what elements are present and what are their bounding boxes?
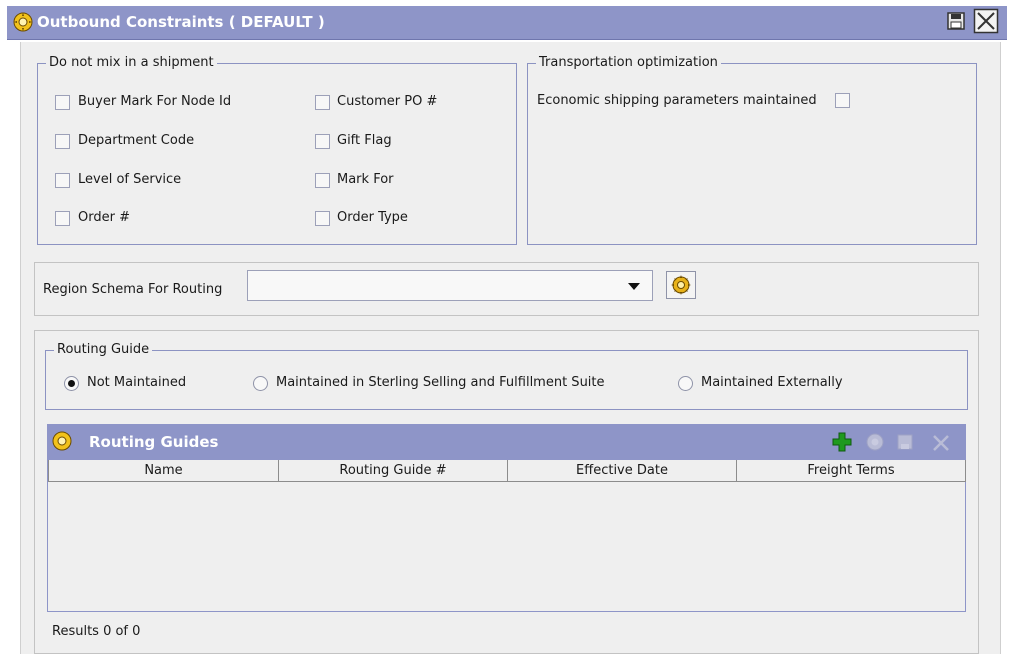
buyer-mark-for-node-id-checkbox[interactable] (55, 95, 70, 110)
mark-for-label: Mark For (337, 172, 394, 187)
maintained-externally-label: Maintained Externally (701, 375, 843, 390)
department-code-label: Department Code (78, 133, 195, 148)
maintained-externally-radio[interactable] (678, 376, 693, 391)
do-not-mix-legend: Do not mix in a shipment (46, 54, 217, 72)
customer-po-checkbox[interactable] (315, 95, 330, 110)
region-schema-label: Region Schema For Routing (43, 282, 223, 297)
gear-app-icon (13, 12, 33, 32)
results-count: Results 0 of 0 (52, 624, 141, 639)
region-schema-select[interactable] (247, 270, 653, 301)
gear-app-icon (52, 431, 72, 451)
column-header-freight-terms[interactable]: Freight Terms (737, 460, 966, 482)
column-header-name[interactable]: Name (48, 460, 279, 482)
customer-po-label: Customer PO # (337, 94, 438, 109)
column-header-routing-guide-number[interactable]: Routing Guide # (279, 460, 508, 482)
order-type-checkbox[interactable] (315, 211, 330, 226)
buyer-mark-for-node-id-label: Buyer Mark For Node Id (78, 94, 232, 109)
routing-guides-title: Routing Guides (89, 433, 219, 451)
gift-flag-label: Gift Flag (337, 133, 392, 148)
mark-for-checkbox[interactable] (315, 173, 330, 188)
transportation-optimization-group: Transportation optimization (527, 54, 977, 245)
close-icon[interactable] (973, 8, 999, 34)
order-number-checkbox[interactable] (55, 211, 70, 226)
window-title-bar: Outbound Constraints ( DEFAULT ) (7, 6, 1007, 40)
add-icon[interactable] (832, 432, 852, 452)
gear-lookup-icon (671, 275, 691, 295)
routing-guides-table: Name Routing Guide # Effective Date Frei… (47, 460, 966, 612)
region-lookup-button[interactable] (666, 271, 696, 299)
economic-shipping-label: Economic shipping parameters maintained (537, 93, 817, 108)
department-code-checkbox[interactable] (55, 134, 70, 149)
column-header-effective-date[interactable]: Effective Date (508, 460, 737, 482)
level-of-service-label: Level of Service (78, 172, 182, 187)
not-maintained-radio[interactable] (64, 376, 79, 391)
save-icon[interactable] (946, 11, 966, 31)
gift-flag-checkbox[interactable] (315, 134, 330, 149)
not-maintained-label: Not Maintained (87, 375, 187, 390)
routing-guides-header: Routing Guides (47, 424, 966, 460)
order-type-label: Order Type (337, 210, 408, 225)
chevron-down-icon (628, 283, 640, 290)
delete-icon[interactable] (931, 433, 951, 453)
level-of-service-checkbox[interactable] (55, 173, 70, 188)
transportation-optimization-legend: Transportation optimization (536, 54, 721, 72)
routing-guide-legend: Routing Guide (54, 341, 153, 359)
maintained-in-sterling-radio[interactable] (253, 376, 268, 391)
economic-shipping-checkbox[interactable] (835, 93, 850, 108)
maintained-in-sterling-label: Maintained in Sterling Selling and Fulfi… (276, 375, 605, 390)
save-icon[interactable] (895, 432, 915, 452)
details-gear-icon[interactable] (865, 432, 885, 452)
window-title: Outbound Constraints ( DEFAULT ) (37, 13, 325, 31)
order-number-label: Order # (78, 210, 130, 225)
